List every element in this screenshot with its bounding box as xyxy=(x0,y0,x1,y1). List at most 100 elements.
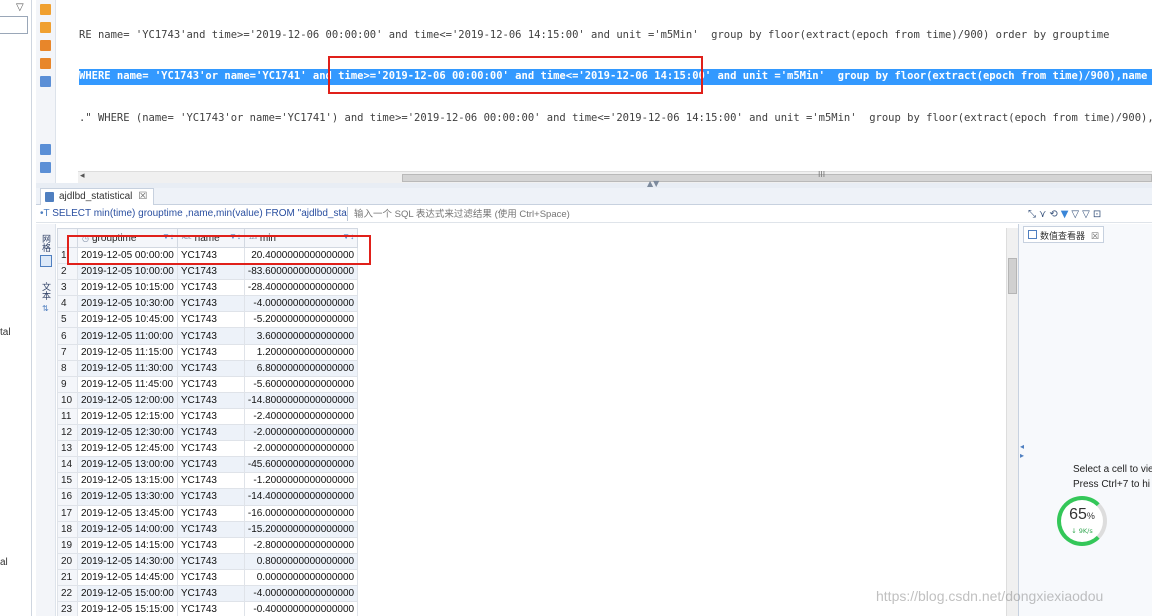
explain-plan-icon[interactable] xyxy=(40,40,51,51)
cell-name[interactable]: YC1743 xyxy=(176,488,245,506)
cell-min[interactable]: -2.8000000000000000 xyxy=(243,536,359,554)
cell-name[interactable]: YC1743 xyxy=(176,504,245,522)
table-row[interactable]: 19 2019-12-05 14:15:00 YC1743 -2.8000000000… xyxy=(57,536,359,554)
export-icon[interactable] xyxy=(40,144,51,155)
cell-name[interactable]: YC1743 xyxy=(176,424,245,442)
table-row[interactable]: 8 2019-12-05 11:30:00 YC1743 6.800000000000… xyxy=(57,359,359,377)
cell-grouptime[interactable]: 2019-12-05 14:00:00 xyxy=(77,520,178,538)
row-number[interactable]: 19 xyxy=(57,536,78,554)
sql-editor[interactable]: RE name= 'YC1743'and time>='2019-12-06 0… xyxy=(57,0,1152,172)
row-number[interactable]: 8 xyxy=(57,359,78,377)
chevron-down-icon[interactable]: ▽ xyxy=(16,2,24,13)
format-icon[interactable] xyxy=(40,76,51,87)
cell-min[interactable]: -45.6000000000000000 xyxy=(243,456,359,474)
cell-name[interactable]: YC1743 xyxy=(176,601,245,616)
filter-edit-icon[interactable]: ▽ xyxy=(1071,209,1079,220)
filter-input[interactable] xyxy=(347,207,1027,221)
row-number[interactable]: 7 xyxy=(57,343,78,361)
cell-name[interactable]: YC1743 xyxy=(176,536,245,554)
open-file-icon[interactable] xyxy=(40,162,51,173)
cell-min[interactable]: -4.0000000000000000 xyxy=(243,295,359,313)
tab-value-viewer[interactable]: 数值查看器 ☒ xyxy=(1023,226,1104,243)
cell-min[interactable]: -15.2000000000000000 xyxy=(243,520,359,538)
close-icon[interactable]: ☒ xyxy=(1091,232,1099,242)
filter-icon[interactable]: ▼ xyxy=(1061,209,1069,220)
cell-grouptime[interactable]: 2019-12-05 12:15:00 xyxy=(77,407,178,426)
cell-grouptime[interactable]: 2019-12-05 10:00:00 xyxy=(77,263,178,281)
row-number[interactable]: 16 xyxy=(57,488,78,506)
cell-grouptime[interactable]: 2019-12-05 13:00:00 xyxy=(77,456,178,474)
row-number[interactable]: 17 xyxy=(57,504,78,522)
table-row[interactable]: 18 2019-12-05 14:00:00 YC1743 -15.200000000… xyxy=(57,520,359,538)
cell-min[interactable]: -2.4000000000000000 xyxy=(243,407,359,426)
row-number[interactable]: 11 xyxy=(57,407,78,426)
grid-icon[interactable] xyxy=(40,255,52,267)
table-row[interactable]: 15 2019-12-05 13:15:00 YC1743 -1.2000000000… xyxy=(57,472,359,490)
sql-line[interactable]: ." WHERE (name= 'YC1743'or name='YC1741'… xyxy=(79,112,1152,124)
cell-name[interactable]: YC1743 xyxy=(176,343,245,361)
table-row[interactable]: 5 2019-12-05 10:45:00 YC1743 -5.20000000000… xyxy=(57,311,359,329)
expand-icon[interactable]: ⤡ xyxy=(1028,209,1036,220)
table-row[interactable]: 13 2019-12-05 12:45:00 YC1743 -2.0000000000… xyxy=(57,440,359,458)
cell-min[interactable]: 3.6000000000000000 xyxy=(243,327,359,345)
row-number[interactable]: 4 xyxy=(57,295,78,313)
cell-grouptime[interactable]: 2019-12-05 10:45:00 xyxy=(77,311,178,329)
table-row[interactable]: 7 2019-12-05 11:15:00 YC1743 1.200000000000… xyxy=(57,343,359,361)
cell-min[interactable]: -83.6000000000000000 xyxy=(243,263,359,281)
tab-text[interactable]: 文本 xyxy=(39,282,53,300)
row-number[interactable]: 15 xyxy=(57,472,78,490)
cell-grouptime[interactable]: 2019-12-05 15:00:00 xyxy=(77,584,178,603)
cell-grouptime[interactable]: 2019-12-05 11:30:00 xyxy=(77,359,178,377)
collapse-caret-icon[interactable]: ◂ ▸ xyxy=(1020,442,1024,460)
filter-clear-icon[interactable]: ▽ xyxy=(1082,209,1090,220)
cell-min[interactable]: 0.8000000000000000 xyxy=(243,552,359,570)
cell-grouptime[interactable]: 2019-12-05 11:45:00 xyxy=(77,375,178,393)
table-row[interactable]: 4 2019-12-05 10:30:00 YC1743 -4.00000000000… xyxy=(57,295,359,313)
cell-min[interactable]: 1.2000000000000000 xyxy=(243,343,359,361)
cell-min[interactable]: 6.8000000000000000 xyxy=(243,359,359,377)
cell-name[interactable]: YC1743 xyxy=(176,407,245,426)
cell-min[interactable]: -14.4000000000000000 xyxy=(243,488,359,506)
cell-min[interactable]: -5.2000000000000000 xyxy=(243,311,359,329)
scrollbar-thumb[interactable] xyxy=(1008,258,1017,294)
row-number[interactable]: 9 xyxy=(57,375,78,393)
row-number[interactable]: 20 xyxy=(57,552,78,570)
cell-name[interactable]: YC1743 xyxy=(176,440,245,458)
row-number[interactable]: 23 xyxy=(57,601,78,616)
table-row[interactable]: 16 2019-12-05 13:30:00 YC1743 -14.400000000… xyxy=(57,488,359,506)
cell-grouptime[interactable]: 2019-12-05 15:15:00 xyxy=(77,601,178,616)
cell-grouptime[interactable]: 2019-12-05 13:15:00 xyxy=(77,472,178,490)
cell-name[interactable]: YC1743 xyxy=(176,327,245,345)
result-grid[interactable]: ◷ grouptime ▼↕ ᴬᴮᶜ name ▼↕ ¹²³ min ▼↕ 1 2019… xyxy=(57,228,1006,616)
cell-min[interactable]: -2.0000000000000000 xyxy=(243,440,359,458)
cell-grouptime[interactable]: 2019-12-05 13:30:00 xyxy=(77,488,178,506)
cell-min[interactable]: -4.0000000000000000 xyxy=(243,584,359,603)
cell-grouptime[interactable]: 2019-12-05 11:15:00 xyxy=(77,343,178,361)
table-row[interactable]: 14 2019-12-05 13:00:00 YC1743 -45.600000000… xyxy=(57,456,359,474)
cell-min[interactable]: -16.0000000000000000 xyxy=(243,504,359,522)
row-number[interactable]: 5 xyxy=(57,311,78,329)
row-number[interactable]: 14 xyxy=(57,456,78,474)
cell-name[interactable]: YC1743 xyxy=(176,391,245,409)
filter-settings-icon[interactable]: ⊡ xyxy=(1093,209,1101,220)
row-number[interactable]: 3 xyxy=(57,279,78,297)
row-number[interactable]: 21 xyxy=(57,568,78,586)
load-plan-icon[interactable] xyxy=(40,58,51,69)
scrollbar-thumb[interactable] xyxy=(402,174,1152,182)
scroll-left-icon[interactable]: ◂ xyxy=(80,171,85,181)
cell-name[interactable]: YC1743 xyxy=(176,520,245,538)
text-view-icon[interactable]: ⇅ xyxy=(42,304,49,313)
cell-grouptime[interactable]: 2019-12-05 11:00:00 xyxy=(77,327,178,345)
run-statement-icon[interactable] xyxy=(40,4,51,15)
cell-name[interactable]: YC1743 xyxy=(176,263,245,281)
run-script-icon[interactable] xyxy=(40,22,51,33)
editor-horizontal-scrollbar[interactable]: ◂ III xyxy=(78,170,1152,183)
cell-min[interactable]: -5.6000000000000000 xyxy=(243,375,359,393)
cell-min[interactable]: -14.8000000000000000 xyxy=(243,391,359,409)
cell-min[interactable]: -1.2000000000000000 xyxy=(243,472,359,490)
cell-grouptime[interactable]: 2019-12-05 10:30:00 xyxy=(77,295,178,313)
sql-line[interactable]: RE name= 'YC1743'and time>='2019-12-06 0… xyxy=(79,29,1109,41)
table-row[interactable]: 21 2019-12-05 14:45:00 YC1743 0.00000000000… xyxy=(57,568,359,586)
tab-results[interactable]: ajdlbd_statistical ☒ xyxy=(40,188,155,205)
refresh-icon[interactable]: ⟲ xyxy=(1049,209,1057,220)
